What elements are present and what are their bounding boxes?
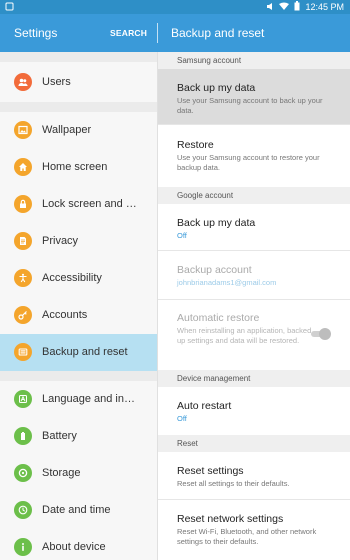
sidebar-item-label: Home screen bbox=[42, 161, 108, 173]
row-title: Reset network settings bbox=[177, 513, 284, 525]
row-subtitle: johnbrianadams1@gmail.com bbox=[177, 278, 277, 287]
wallpaper-icon bbox=[14, 121, 32, 139]
row-subtitle: Use your Samsung account to restore your… bbox=[177, 153, 320, 172]
sidebar-item-about-device[interactable]: About device bbox=[0, 529, 157, 560]
sidebar-separator bbox=[0, 52, 157, 62]
settings-title: Settings bbox=[14, 26, 58, 40]
status-time: 12:45 PM bbox=[305, 2, 344, 12]
restore-row[interactable]: Restore Use your Samsung account to rest… bbox=[158, 125, 350, 182]
section-header-device-management: Device management bbox=[158, 370, 350, 387]
automatic-restore-toggle[interactable] bbox=[309, 328, 331, 340]
language-icon bbox=[14, 390, 32, 408]
row-title: Auto restart bbox=[177, 400, 232, 412]
row-subtitle: Off bbox=[177, 414, 187, 423]
sidebar-item-users[interactable]: Users bbox=[0, 62, 157, 102]
google-backup-row[interactable]: Back up my data Off bbox=[158, 204, 350, 250]
wifi-icon bbox=[279, 2, 290, 13]
row-title: Back up my data bbox=[177, 217, 256, 229]
clock-icon bbox=[14, 501, 32, 519]
backup-reset-panel: Samsung account Back up my data Use your… bbox=[157, 52, 350, 560]
sidebar-item-lock-screen[interactable]: Lock screen and s... bbox=[0, 186, 157, 223]
sidebar-item-label: Users bbox=[42, 76, 71, 88]
info-icon bbox=[14, 538, 32, 556]
row-title: Backup account bbox=[177, 264, 252, 276]
search-button[interactable]: SEARCH bbox=[110, 28, 147, 38]
row-title: Reset settings bbox=[177, 465, 244, 477]
page-title: Backup and reset bbox=[171, 26, 265, 40]
battery-icon bbox=[14, 427, 32, 445]
sidebar-separator bbox=[0, 371, 157, 381]
section-header-samsung-account: Samsung account bbox=[158, 52, 350, 69]
backup-icon bbox=[14, 343, 32, 361]
sidebar-item-label: Date and time bbox=[42, 504, 111, 516]
status-bar: 12:45 PM bbox=[0, 0, 350, 14]
app-bar: Settings SEARCH Backup and reset bbox=[0, 14, 350, 52]
section-header-reset: Reset bbox=[158, 435, 350, 452]
sidebar-separator bbox=[0, 102, 157, 112]
key-icon bbox=[14, 306, 32, 324]
sidebar-item-home-screen[interactable]: Home screen bbox=[0, 149, 157, 186]
mute-icon bbox=[266, 2, 274, 13]
sidebar-item-storage[interactable]: Storage bbox=[0, 455, 157, 492]
sidebar-item-backup-and-reset[interactable]: Backup and reset bbox=[0, 334, 157, 371]
sidebar-item-label: About device bbox=[42, 541, 106, 553]
reset-settings-row[interactable]: Reset settings Reset all settings to the… bbox=[158, 452, 350, 499]
row-title: Automatic restore bbox=[177, 312, 260, 324]
row-title: Restore bbox=[177, 139, 214, 151]
sidebar-item-label: Backup and reset bbox=[42, 346, 128, 358]
auto-restart-row[interactable]: Auto restart Off bbox=[158, 387, 350, 435]
sidebar-item-label: Storage bbox=[42, 467, 81, 479]
row-subtitle: When reinstalling an application, backed… bbox=[177, 326, 312, 345]
sidebar-item-privacy[interactable]: Privacy bbox=[0, 223, 157, 260]
row-subtitle: Off bbox=[177, 231, 187, 240]
row-subtitle: Use your Samsung account to back up your… bbox=[177, 96, 323, 115]
settings-sidebar: Users Wallpaper Home screen Lock screen … bbox=[0, 52, 157, 560]
lock-icon bbox=[14, 195, 32, 213]
sidebar-item-label: Privacy bbox=[42, 235, 79, 247]
samsung-backup-row[interactable]: Back up my data Use your Samsung account… bbox=[158, 69, 350, 124]
users-icon bbox=[14, 73, 32, 91]
backup-account-row[interactable]: Backup account johnbrianadams1@gmail.com bbox=[158, 251, 350, 299]
sidebar-item-label: Battery bbox=[42, 430, 77, 442]
app-bar-divider bbox=[157, 23, 158, 43]
sidebar-item-label: Language and input bbox=[42, 393, 137, 405]
sidebar-item-battery[interactable]: Battery bbox=[0, 418, 157, 455]
row-title: Back up my data bbox=[177, 82, 256, 94]
accessibility-icon bbox=[14, 269, 32, 287]
toggle-thumb bbox=[319, 328, 331, 340]
sidebar-item-label: Accounts bbox=[42, 309, 88, 321]
sidebar-item-accounts[interactable]: Accounts bbox=[0, 297, 157, 334]
home-screen-icon bbox=[14, 158, 32, 176]
sidebar-item-language-and-input[interactable]: Language and input bbox=[0, 381, 157, 418]
privacy-icon bbox=[14, 232, 32, 250]
sidebar-item-label: Accessibility bbox=[42, 272, 102, 284]
sidebar-item-label: Wallpaper bbox=[42, 124, 92, 136]
battery-status-icon bbox=[294, 1, 300, 13]
sidebar-item-label: Lock screen and s... bbox=[42, 198, 137, 210]
sidebar-item-wallpaper[interactable]: Wallpaper bbox=[0, 112, 157, 149]
notification-icon bbox=[5, 2, 14, 13]
reset-network-settings-row[interactable]: Reset network settings Reset Wi-Fi, Blue… bbox=[158, 500, 350, 560]
row-subtitle: Reset Wi-Fi, Bluetooth, and other networ… bbox=[177, 527, 317, 546]
sidebar-item-date-and-time[interactable]: Date and time bbox=[0, 492, 157, 529]
storage-icon bbox=[14, 464, 32, 482]
section-header-google-account: Google account bbox=[158, 187, 350, 204]
sidebar-item-accessibility[interactable]: Accessibility bbox=[0, 260, 157, 297]
row-subtitle: Reset all settings to their defaults. bbox=[177, 479, 290, 488]
